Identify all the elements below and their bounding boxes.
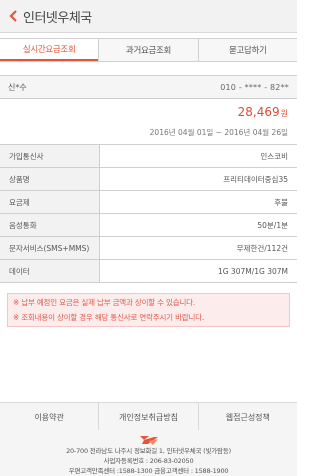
footer-address: 20-700 전라남도 나주시 정보화길 1, 인터넷우체국 (빛가람동) — [66, 447, 231, 455]
footer-business-no: 사업자등록번호 : 206-83-02050 — [103, 457, 194, 465]
back-arrow-icon[interactable] — [7, 9, 19, 23]
top-bar: 인터넷우체국 — [0, 0, 297, 33]
accessibility-policy-link[interactable]: 웹접근성정책 — [197, 403, 297, 431]
detail-label: 요금제 — [0, 190, 100, 214]
subscriber-name: 신*수 — [8, 82, 27, 92]
table-row: 상품명 프리티데이터중심35 — [0, 167, 297, 191]
footer: 20-700 전라남도 나주시 정보화길 1, 인터넷우체국 (빛가람동) 사업… — [0, 430, 297, 476]
detail-label: 데이터 — [0, 259, 100, 283]
detail-label: 상품명 — [0, 167, 100, 191]
footer-links: 이용약관 개인정보취급방침 웹접근성정책 — [0, 402, 297, 432]
fee-amount-unit: 원 — [280, 109, 288, 118]
tab-past-fee[interactable]: 과거요금조회 — [98, 39, 197, 61]
fee-detail-table: 가입통신사 인스코비 상품명 프리티데이터중심35 요금제 후불 음성통화 50… — [0, 144, 297, 283]
table-row: 가입통신사 인스코비 — [0, 144, 297, 168]
table-row: 음성통화 50분/1분 — [0, 213, 297, 237]
detail-value: 50분/1분 — [99, 213, 297, 237]
page-title: 인터넷우체국 — [23, 10, 92, 26]
detail-value: 프리티데이터중심35 — [99, 167, 297, 191]
table-row: 문자서비스(SMS+MMS) 무제한건/112건 — [0, 236, 297, 260]
billing-period: 2016년 04월 01일 ~ 2016년 04월 26일 — [149, 127, 288, 137]
terms-link[interactable]: 이용약관 — [0, 403, 98, 431]
notice-line: ※ 납부 예정인 요금은 실제 납부 금액과 상이할 수 있습니다. — [13, 298, 196, 307]
post-office-logo-icon — [0, 434, 297, 446]
table-row: 요금제 후불 — [0, 190, 297, 214]
fee-amount-row: 28,469 원 — [0, 99, 297, 125]
tab-bar: 실시간요금조회 과거요금조회 묻고답하기 — [0, 38, 297, 62]
tab-qna[interactable]: 묻고답하기 — [197, 39, 297, 61]
detail-label: 가입통신사 — [0, 144, 100, 168]
detail-value: 후불 — [99, 190, 297, 214]
detail-value: 인스코비 — [99, 144, 297, 168]
notice-line: ※ 조회내용이 상이할 경우 해당 통신사로 연락주시기 바랍니다. — [13, 313, 205, 322]
fee-amount: 28,469 — [237, 105, 280, 119]
tab-realtime-fee[interactable]: 실시간요금조회 — [0, 39, 99, 61]
privacy-policy-link[interactable]: 개인정보취급방침 — [98, 403, 197, 431]
table-row: 데이터 1G 307M/1G 307M — [0, 259, 297, 283]
detail-value: 무제한건/112건 — [99, 236, 297, 260]
subscriber-row: 신*수 010 - **** - 82** — [0, 75, 297, 99]
footer-contact: 우편고객만족센터 :1588-1300 금융고객센터 : 1588-1900 — [68, 467, 229, 475]
notice-box: ※ 납부 예정인 요금은 실제 납부 금액과 상이할 수 있습니다. ※ 조회내… — [7, 293, 290, 327]
detail-label: 음성통화 — [0, 213, 100, 237]
detail-label: 문자서비스(SMS+MMS) — [0, 236, 100, 260]
detail-value: 1G 307M/1G 307M — [99, 259, 297, 283]
subscriber-phone: 010 - **** - 82** — [220, 82, 289, 92]
